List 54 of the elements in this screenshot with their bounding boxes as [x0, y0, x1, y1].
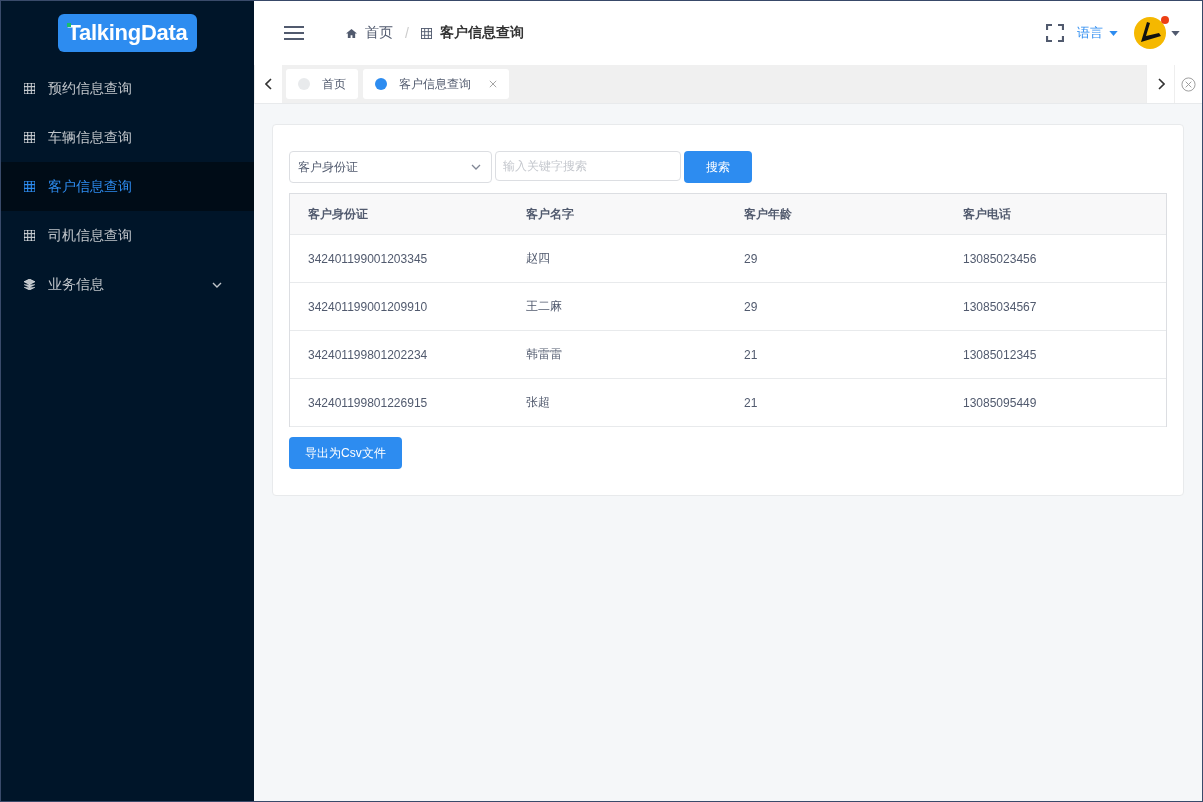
- column-header: 客户年龄: [744, 205, 793, 223]
- table-cell-text: 342401199801202234: [308, 347, 429, 362]
- home-icon: [346, 27, 357, 39]
- status-dot: [375, 78, 387, 90]
- close-all-button[interactable]: [1174, 65, 1202, 103]
- column-header: 客户名字: [526, 205, 575, 223]
- scroll-right-button[interactable]: [1146, 65, 1174, 103]
- breadcrumb-separator: /: [405, 25, 409, 41]
- caret-icon: [1109, 30, 1118, 36]
- menu-icon[interactable]: [284, 26, 304, 40]
- table-cell-text: 342401199801226915: [308, 395, 429, 410]
- close-icon[interactable]: [489, 80, 497, 88]
- language-dropdown[interactable]: 语言: [1077, 24, 1103, 42]
- table-cell-text: 赵四: [526, 250, 551, 267]
- avatar-icon[interactable]: [1133, 16, 1167, 50]
- tab[interactable]: 客户信息查询: [363, 69, 509, 99]
- caret-icon: [1171, 30, 1180, 36]
- table-cell-text: 王二麻: [526, 298, 563, 315]
- table-cell-text: 韩雷雷: [526, 346, 563, 363]
- tab[interactable]: 首页: [286, 69, 358, 99]
- layers-icon: [24, 279, 35, 290]
- search-type-select[interactable]: 客户身份证: [289, 151, 492, 183]
- table-cell-text: 342401199001209910: [308, 299, 429, 314]
- grid-icon: [24, 230, 35, 241]
- scroll-left-button[interactable]: [254, 65, 282, 103]
- column-header: 客户身份证: [308, 205, 369, 223]
- breadcrumb-item[interactable]: 首页: [365, 24, 393, 42]
- chevron-down-icon: [471, 164, 481, 170]
- table-cell-text: 29: [744, 299, 759, 314]
- table-cell-text: 13085034567: [963, 299, 1038, 314]
- table-cell-text: 13085023456: [963, 251, 1038, 266]
- table-cell-text: 张超: [526, 394, 551, 411]
- fullscreen-icon[interactable]: [1046, 24, 1064, 42]
- grid-icon: [420, 27, 432, 39]
- sidebar-item[interactable]: 预约信息查询: [1, 64, 254, 113]
- grid-icon: [24, 83, 35, 94]
- sidebar-item[interactable]: 车辆信息查询: [1, 113, 254, 162]
- grid-icon: [24, 181, 35, 192]
- sidebar-item[interactable]: 司机信息查询: [1, 211, 254, 260]
- breadcrumb-item: 客户信息查询: [439, 24, 524, 42]
- table-cell-text: 13085095449: [963, 395, 1038, 410]
- table-cell-text: 21: [744, 347, 759, 362]
- table-cell-text: 29: [744, 251, 759, 266]
- close-circle-icon: [1181, 76, 1196, 92]
- table-cell-text: 13085012345: [963, 347, 1038, 362]
- logo: TalkingData: [57, 13, 198, 52]
- table-cell-text: 342401199001203345: [308, 251, 429, 266]
- sidebar-item[interactable]: 客户信息查询: [1, 162, 254, 211]
- sidebar-item[interactable]: 业务信息: [1, 260, 254, 309]
- column-header: 客户电话: [963, 205, 1012, 223]
- chevron-right-icon: [1156, 78, 1165, 90]
- table-cell-text: 21: [744, 395, 759, 410]
- chevron-left-icon: [264, 78, 273, 90]
- grid-icon: [24, 132, 35, 143]
